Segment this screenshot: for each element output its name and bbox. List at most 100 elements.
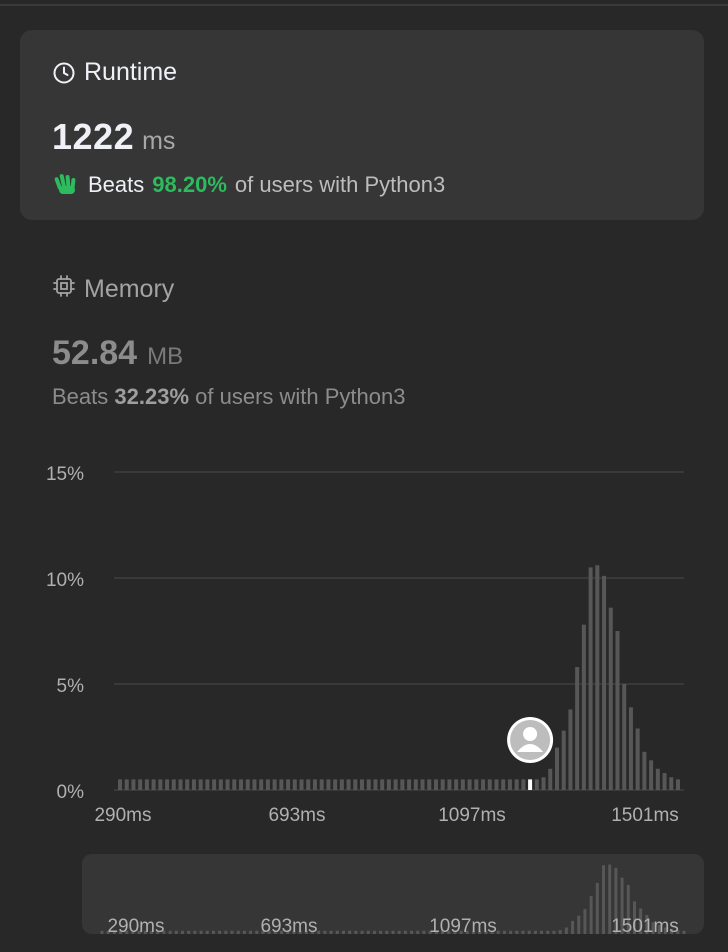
chart-bar[interactable] [205,779,210,790]
chart-bar[interactable] [366,779,371,790]
chart-bar[interactable] [138,779,143,790]
user-avatar-marker[interactable] [507,717,554,763]
chart-bar[interactable] [440,779,445,790]
chart-bar[interactable] [339,779,344,790]
chart-bar[interactable] [393,779,398,790]
chart-bar[interactable] [373,779,378,790]
range-selector[interactable]: 290ms 693ms 1097ms 1501ms [82,854,704,934]
user-bar[interactable] [528,779,533,790]
chart-bar[interactable] [333,779,338,790]
chart-bar[interactable] [171,779,176,790]
chart-bar[interactable] [501,779,506,790]
chart-bar[interactable] [198,779,203,790]
chart-bar[interactable] [568,709,573,790]
chart-bar[interactable] [454,779,459,790]
chart-bar[interactable] [265,779,270,790]
chart-bar[interactable] [118,779,122,790]
chart-bar[interactable] [575,667,580,790]
chart-bar[interactable] [232,779,237,790]
chart-bar[interactable] [514,779,519,790]
chart-bar[interactable] [178,779,183,790]
chart-bar[interactable] [218,779,223,790]
chart-bar[interactable] [312,779,317,790]
chart-bar[interactable] [427,779,432,790]
mini-bar [199,930,203,934]
chart-bar[interactable] [413,779,418,790]
chart-bar[interactable] [124,779,129,790]
runtime-card[interactable]: Runtime 1222 ms Beats 98.20% of users wi… [20,30,704,220]
chart-bar[interactable] [299,779,304,790]
chart-bar[interactable] [279,779,284,790]
chart-bar[interactable] [467,779,472,790]
chart-bar[interactable] [158,779,163,790]
mini-bar [410,930,414,934]
chart-bar[interactable] [602,575,607,790]
mini-bar [230,930,234,934]
mini-bar [224,930,228,934]
chart-bar[interactable] [595,565,600,790]
chart-bar[interactable] [548,768,553,790]
chart-bar[interactable] [386,779,391,790]
chart-bar[interactable] [165,779,170,790]
chart-bar[interactable] [353,779,358,790]
chart-bar[interactable] [420,779,425,790]
chart-bar[interactable] [481,779,486,790]
chart-bar[interactable] [676,779,680,790]
chart-bar[interactable] [252,779,257,790]
chart-bar[interactable] [433,779,438,790]
chart-bar[interactable] [534,779,539,790]
chart-bar[interactable] [151,779,156,790]
chart-bar[interactable] [360,779,365,790]
chart-bar[interactable] [380,779,385,790]
chart-bar[interactable] [588,567,593,790]
chart-bar[interactable] [407,779,412,790]
chart-bar[interactable] [669,777,674,790]
chart-bar[interactable] [635,728,640,790]
chart-bar[interactable] [662,773,667,790]
chart-bar[interactable] [649,760,654,790]
chart-bar[interactable] [622,684,627,790]
chart-bar[interactable] [400,779,405,790]
chart-bar[interactable] [191,779,196,790]
memory-title: Memory [84,275,175,303]
memory-beats-prefix: Beats [52,384,109,409]
chart-bar[interactable] [487,779,492,790]
chart-bar[interactable] [259,779,264,790]
chart-bar[interactable] [541,777,546,790]
chart-bar[interactable] [447,779,452,790]
chart-bar[interactable] [185,779,190,790]
chart-bar[interactable] [131,779,136,790]
chart-bar[interactable] [561,730,566,790]
mini-bar [589,896,593,934]
chart-bar[interactable] [655,768,660,790]
chart-bar[interactable] [326,779,331,790]
chart-bar[interactable] [346,779,351,790]
chart-bar[interactable] [272,779,277,790]
chart-bar[interactable] [521,779,526,790]
chart-bar[interactable] [225,779,230,790]
chart-bar[interactable] [608,607,613,790]
chart-bar[interactable] [615,631,620,790]
chart-bar[interactable] [460,779,465,790]
chart-bar[interactable] [292,779,297,790]
chart-bar[interactable] [319,779,324,790]
chart-bar[interactable] [642,751,647,790]
runtime-distribution-chart[interactable]: 0% 5% 10% 15% 290ms 693ms 1097ms 1501ms [0,450,728,840]
chart-bar[interactable] [474,779,479,790]
chart-bar[interactable] [554,747,559,790]
runtime-metric: 1222 ms [52,116,175,158]
chart-bar[interactable] [245,779,250,790]
chart-bar[interactable] [144,779,149,790]
chart-bar[interactable] [581,624,586,790]
chart-bar[interactable] [494,779,499,790]
mini-bar [174,930,178,934]
chart-bar[interactable] [507,779,512,790]
range-selector-chart[interactable]: 290ms 693ms 1097ms 1501ms [82,854,704,934]
chart-bar[interactable] [239,779,244,790]
chart-bar[interactable] [306,779,311,790]
memory-header[interactable]: Memory [52,274,174,305]
chart-bar[interactable] [212,779,217,790]
chart-bar[interactable] [286,779,291,790]
runtime-beats: Beats 98.20% of users with Python3 [52,168,445,202]
chart-bar[interactable] [628,707,633,790]
